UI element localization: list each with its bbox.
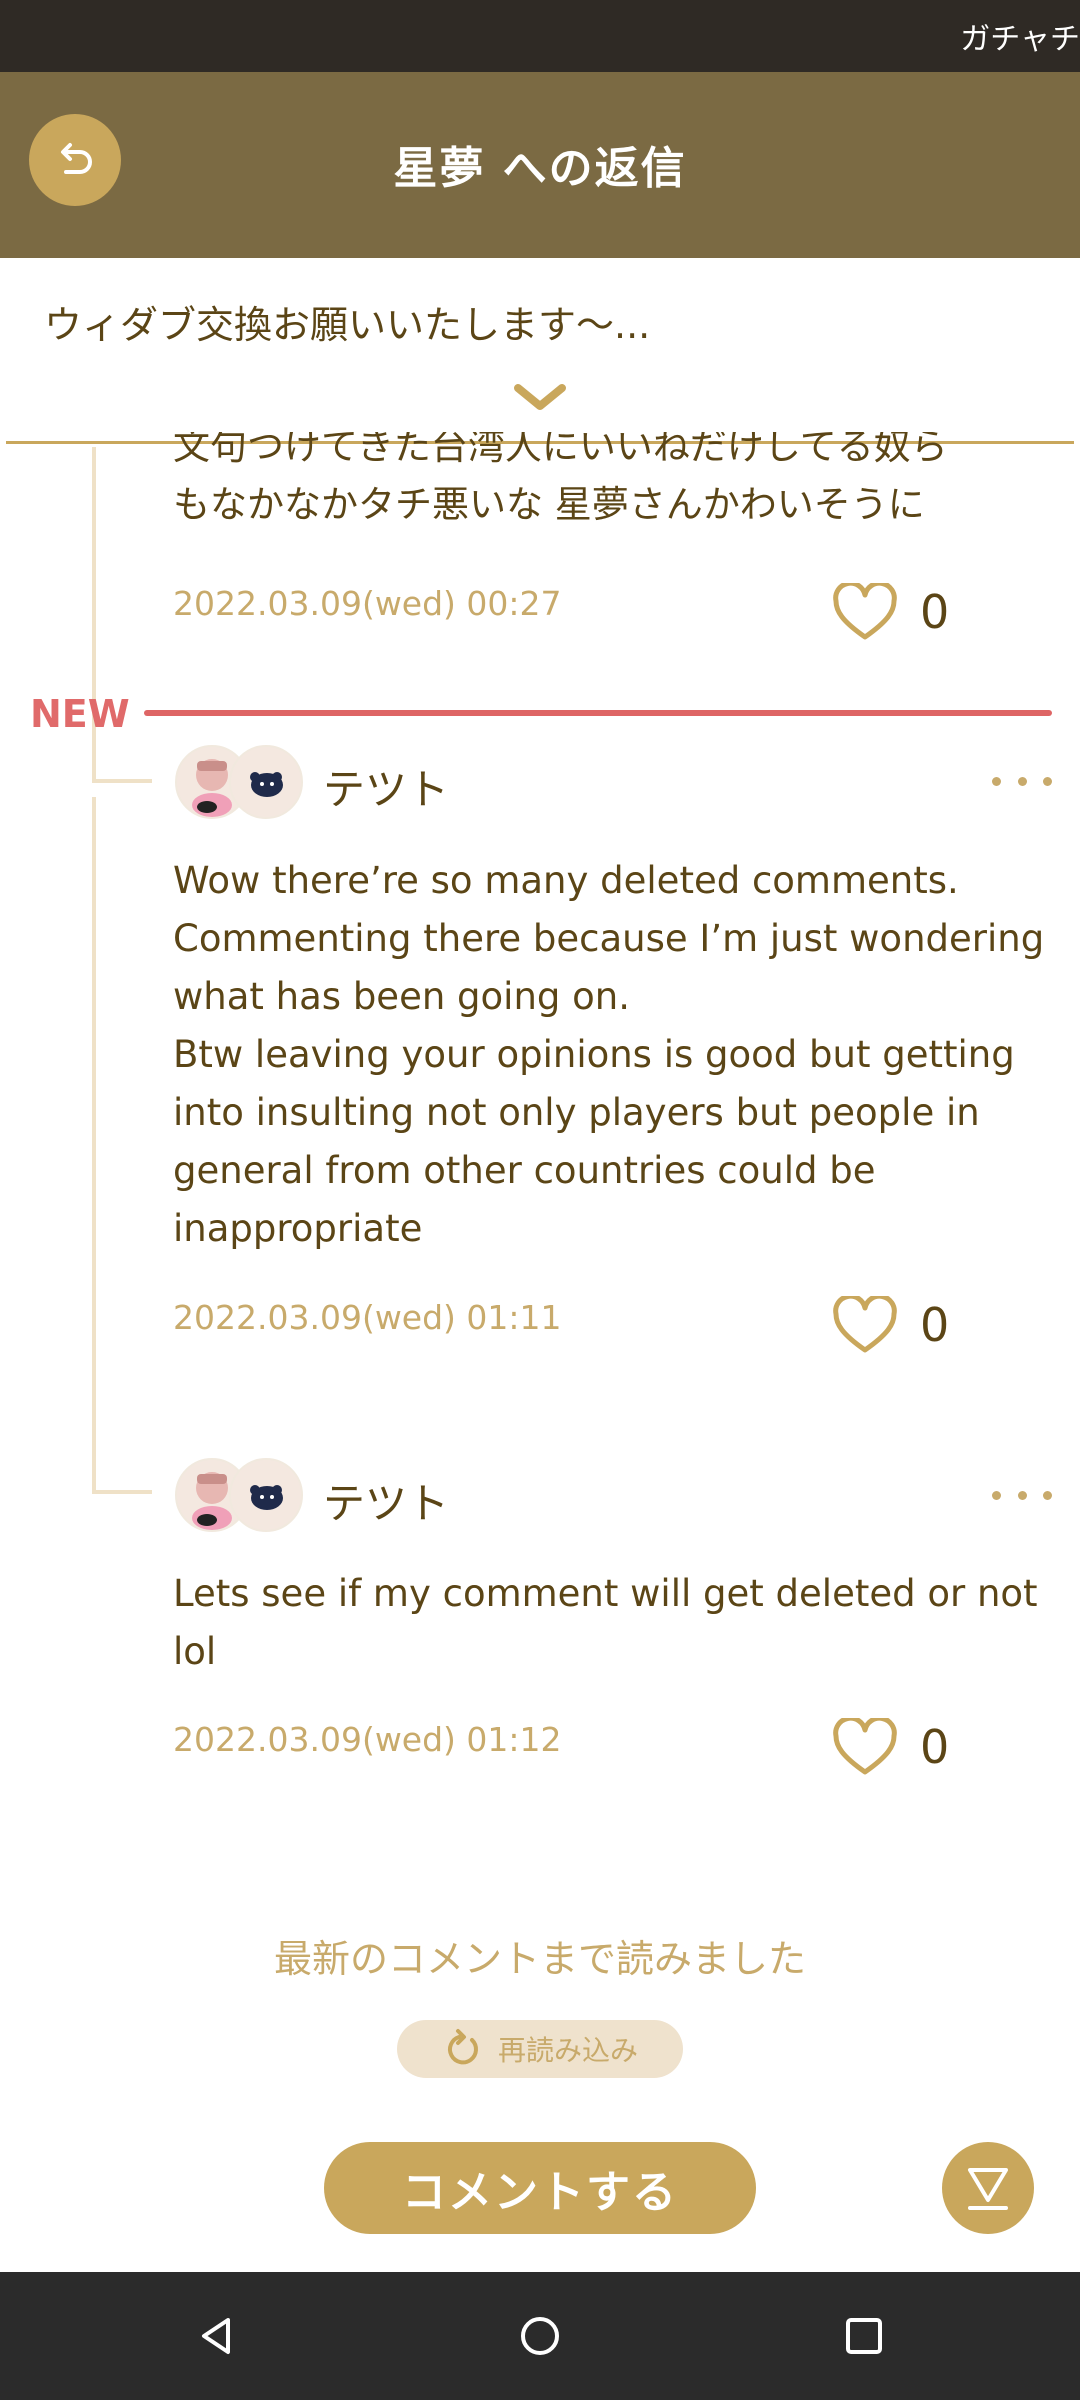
more-options-button[interactable] [992,1480,1052,1510]
like-button[interactable]: 0 [832,1712,992,1782]
nav-recents-icon [846,2318,882,2354]
avatar [229,1458,303,1532]
like-count: 0 [920,585,950,639]
reload-icon [448,2029,478,2065]
read-all-message: 最新のコメントまで読みました [273,1937,806,1981]
like-button[interactable]: 0 [832,577,992,647]
comment-date: 2022.03.09(wed) 01:11 [173,1298,562,1337]
status-bar: ガチャチ [0,0,1080,72]
nav-home-icon [521,2317,559,2355]
avatar-pet-icon [250,772,283,797]
comment-date: 2022.03.09(wed) 01:12 [173,1720,562,1759]
original-post-summary[interactable]: ウィダブ交換お願いいたします〜... [0,258,1080,444]
comment-text: Wow there’re so many deleted comments. C… [173,859,1045,1250]
like-count: 0 [920,1298,950,1352]
avatar-pet-icon [250,1485,283,1510]
comment-username[interactable]: テツト [323,1470,449,1531]
page-title: 星夢 への返信 [393,143,687,194]
reload-label: 再読み込み [497,2034,638,2067]
nav-recents-button[interactable] [832,2304,896,2368]
nav-back-icon [202,2318,230,2354]
chevron-down-icon [514,384,566,410]
like-count: 0 [920,1720,950,1774]
heart-icon [833,583,897,640]
avatar [229,745,303,819]
new-marker-line [144,710,1052,716]
comment-avatars[interactable] [175,745,305,819]
previous-comment-text: 文句つけてきた台湾人にいいねだけしてる奴ら もなかなかタチ悪いな 星夢さんかわい… [173,432,1053,534]
scroll-to-bottom-icon [968,2168,1008,2210]
comment-avatars[interactable] [175,1458,305,1532]
comment-username[interactable]: テツト [323,756,449,817]
heart-icon [833,1296,897,1353]
expand-summary-button[interactable] [510,378,570,418]
system-navigation-bar [0,2272,1080,2400]
thread-connector-line [92,1490,152,1494]
more-dots-icon [992,1490,1001,1500]
thread-connector-line [92,779,152,783]
summary-text: ウィダブ交換お願いいたします〜... [44,303,651,347]
scroll-to-bottom-button[interactable] [942,2142,1034,2234]
comment-date: 2022.03.09(wed) 00:27 [173,584,562,623]
previous-comment-line: もなかなかタチ悪いな 星夢さんかわいそうに [173,483,925,526]
app-header: 星夢 への返信 [0,72,1080,258]
like-button[interactable]: 0 [832,1290,992,1360]
thread-connector-line [92,797,96,1493]
more-dots-icon [992,776,1001,786]
previous-comment-line: 文句つけてきた台湾人にいいねだけしてる奴ら [173,432,948,468]
reload-button[interactable]: 再読み込み [397,2020,683,2078]
nav-home-button[interactable] [508,2304,572,2368]
status-ticker-text: ガチャチ [960,22,1080,57]
nav-back-button[interactable] [184,2304,248,2368]
more-options-button[interactable] [992,766,1052,796]
write-comment-button[interactable]: コメントする [324,2142,756,2234]
heart-icon [833,1718,897,1775]
new-marker-label: NEW [30,692,130,736]
comment-text: Lets see if my comment will get deleted … [173,1572,1038,1673]
